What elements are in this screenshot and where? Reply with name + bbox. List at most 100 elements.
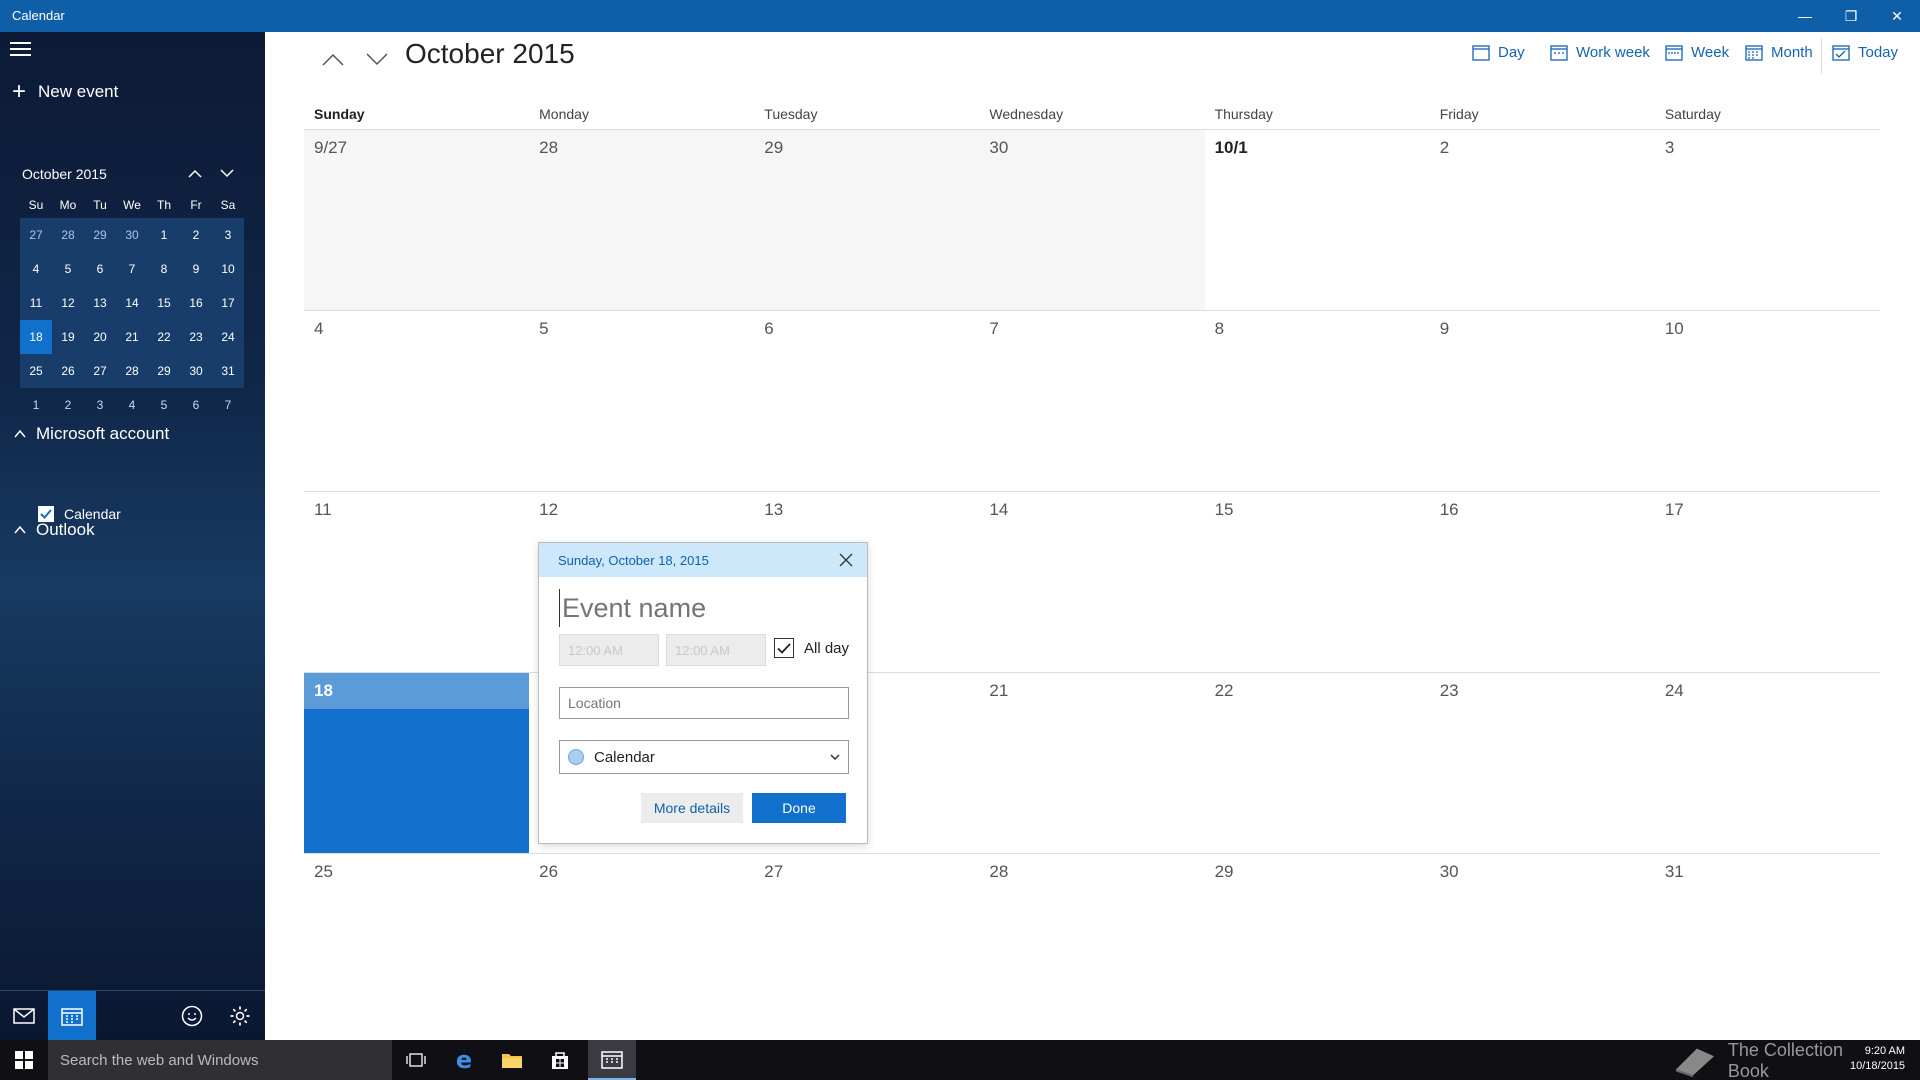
- day-cell[interactable]: 10: [1655, 311, 1880, 491]
- mini-day[interactable]: 14: [116, 286, 148, 320]
- day-cell[interactable]: 23: [1430, 673, 1655, 853]
- mini-prev-month-icon[interactable]: [182, 160, 208, 186]
- mini-day[interactable]: 10: [212, 252, 244, 286]
- today-button[interactable]: Today: [1832, 44, 1898, 61]
- day-cell[interactable]: 16: [1430, 492, 1655, 672]
- mini-day[interactable]: 20: [84, 320, 116, 354]
- system-clock[interactable]: 9:20 AM 10/18/2015: [1850, 1044, 1905, 1074]
- mini-day[interactable]: 24: [212, 320, 244, 354]
- mini-day[interactable]: 17: [212, 286, 244, 320]
- settings-gear-icon[interactable]: [216, 991, 264, 1040]
- day-cell[interactable]: 21: [979, 673, 1204, 853]
- mini-day[interactable]: 5: [148, 388, 180, 422]
- mini-day[interactable]: 12: [52, 286, 84, 320]
- view-month-button[interactable]: Month: [1745, 44, 1813, 61]
- day-cell[interactable]: 14: [979, 492, 1204, 672]
- mini-day[interactable]: 6: [180, 388, 212, 422]
- day-cell[interactable]: 29: [1205, 854, 1430, 1026]
- day-cell[interactable]: 27: [754, 854, 979, 1026]
- mini-day[interactable]: 29: [84, 218, 116, 252]
- day-cell[interactable]: 30: [1430, 854, 1655, 1026]
- view-work-week-button[interactable]: Work week: [1550, 44, 1650, 61]
- calendar-taskbar-icon[interactable]: [588, 1040, 636, 1080]
- start-time-select[interactable]: 12:00 AM: [559, 634, 659, 666]
- day-cell[interactable]: 3: [1655, 130, 1880, 310]
- new-event-button[interactable]: + New event: [12, 80, 118, 104]
- mini-day[interactable]: 27: [20, 218, 52, 252]
- day-cell[interactable]: 25: [304, 854, 529, 1026]
- mini-day[interactable]: 2: [180, 218, 212, 252]
- day-cell[interactable]: 4: [304, 311, 529, 491]
- mini-day[interactable]: 2: [52, 388, 84, 422]
- previous-month-icon[interactable]: [315, 42, 351, 76]
- view-week-button[interactable]: Week: [1665, 44, 1729, 61]
- day-cell[interactable]: 31: [1655, 854, 1880, 1026]
- day-cell[interactable]: 26: [529, 854, 754, 1026]
- mini-day[interactable]: 1: [20, 388, 52, 422]
- mini-day[interactable]: 4: [20, 252, 52, 286]
- next-month-icon[interactable]: [359, 42, 395, 76]
- close-icon[interactable]: [839, 553, 853, 567]
- file-explorer-icon[interactable]: [488, 1040, 536, 1080]
- more-details-button[interactable]: More details: [641, 793, 743, 823]
- all-day-checkbox[interactable]: All day: [774, 638, 849, 658]
- windows-start-icon[interactable]: [0, 1040, 48, 1080]
- mini-day[interactable]: 7: [212, 388, 244, 422]
- mini-day[interactable]: 6: [84, 252, 116, 286]
- mini-day[interactable]: 16: [180, 286, 212, 320]
- mini-day[interactable]: 3: [84, 388, 116, 422]
- mini-next-month-icon[interactable]: [214, 160, 240, 186]
- mini-day[interactable]: 15: [148, 286, 180, 320]
- mini-day[interactable]: 5: [52, 252, 84, 286]
- mini-day[interactable]: 19: [52, 320, 84, 354]
- event-name-input[interactable]: [559, 589, 849, 627]
- mini-day[interactable]: 3: [212, 218, 244, 252]
- location-input[interactable]: [559, 687, 849, 719]
- mini-day[interactable]: 8: [148, 252, 180, 286]
- mini-day[interactable]: 30: [180, 354, 212, 388]
- day-cell[interactable]: 29: [754, 130, 980, 310]
- day-cell[interactable]: 7: [979, 311, 1204, 491]
- view-day-button[interactable]: Day: [1472, 44, 1525, 61]
- end-time-select[interactable]: 12:00 AM: [666, 634, 766, 666]
- mini-day[interactable]: 23: [180, 320, 212, 354]
- store-icon[interactable]: [536, 1040, 584, 1080]
- mini-day[interactable]: 27: [84, 354, 116, 388]
- mini-day[interactable]: 9: [180, 252, 212, 286]
- day-cell[interactable]: 17: [1655, 492, 1880, 672]
- mail-icon[interactable]: [0, 991, 48, 1040]
- done-button[interactable]: Done: [752, 793, 846, 823]
- day-cell[interactable]: 30: [979, 130, 1205, 310]
- day-cell[interactable]: 9: [1430, 311, 1655, 491]
- mini-day[interactable]: 11: [20, 286, 52, 320]
- day-cell[interactable]: 5: [529, 311, 754, 491]
- mini-day[interactable]: 21: [116, 320, 148, 354]
- day-cell[interactable]: 15: [1205, 492, 1430, 672]
- calendar-select[interactable]: Calendar: [559, 740, 849, 774]
- day-cell[interactable]: 9/27: [304, 130, 530, 310]
- mini-day[interactable]: 22: [148, 320, 180, 354]
- day-cell[interactable]: 11: [304, 492, 529, 672]
- day-cell[interactable]: 2: [1430, 130, 1655, 310]
- close-button[interactable]: ✕: [1874, 0, 1920, 32]
- mini-day[interactable]: 31: [212, 354, 244, 388]
- day-cell[interactable]: 22: [1205, 673, 1430, 853]
- mini-day[interactable]: 28: [52, 218, 84, 252]
- mini-day[interactable]: 30: [116, 218, 148, 252]
- microsoft-account-group[interactable]: Microsoft account: [14, 424, 169, 444]
- edge-browser-icon[interactable]: e: [440, 1040, 488, 1080]
- taskbar-search-input[interactable]: Search the web and Windows: [48, 1040, 392, 1080]
- mini-day[interactable]: 4: [116, 388, 148, 422]
- calendar-app-icon[interactable]: [48, 991, 96, 1040]
- mini-day[interactable]: 7: [116, 252, 148, 286]
- mini-day[interactable]: 29: [148, 354, 180, 388]
- day-cell[interactable]: 10/1: [1205, 130, 1430, 310]
- mini-day[interactable]: 1: [148, 218, 180, 252]
- day-cell-today[interactable]: 18: [304, 673, 530, 853]
- hamburger-menu-icon[interactable]: [10, 42, 32, 58]
- day-cell[interactable]: 8: [1205, 311, 1430, 491]
- mini-day-selected[interactable]: 18: [20, 320, 52, 354]
- day-cell[interactable]: 24: [1655, 673, 1880, 853]
- restore-button[interactable]: ❐: [1828, 0, 1874, 32]
- feedback-smiley-icon[interactable]: [168, 991, 216, 1040]
